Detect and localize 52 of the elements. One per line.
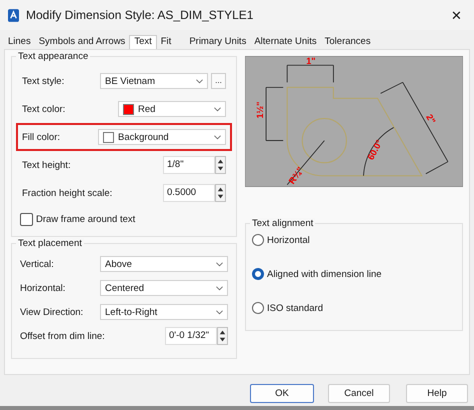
tab[interactable]: Symbols and Arrows [34, 35, 130, 49]
spin-field[interactable]: 0.5000 [163, 184, 215, 202]
radio-button[interactable] [252, 268, 264, 280]
spinner-arrows-icon[interactable] [217, 327, 228, 345]
tab[interactable]: Fit [156, 35, 176, 49]
field-label: View Direction: [20, 306, 84, 318]
radio-label: Horizontal [267, 234, 310, 246]
spinner-arrows-icon[interactable] [215, 184, 226, 202]
spin-field[interactable]: 0'-0 1/32" [165, 327, 217, 345]
checkbox[interactable] [20, 213, 33, 226]
radio-button[interactable] [252, 302, 264, 314]
radio-button[interactable] [252, 234, 264, 246]
field-label: Fill color: [22, 132, 62, 142]
dropdown[interactable]: Above [100, 256, 228, 272]
dialog-button[interactable]: Cancel [328, 384, 390, 403]
close-button[interactable]: ✕ [447, 8, 466, 22]
spinner-arrows-icon[interactable] [215, 156, 226, 174]
dropdown[interactable]: BE Vietnam [100, 73, 208, 89]
spin-field[interactable]: 1/8" [163, 156, 215, 174]
dialog-button[interactable]: OK [250, 384, 314, 403]
browse-button[interactable]: ... [211, 73, 226, 89]
radio-label: ISO standard [267, 302, 323, 314]
radio-label: Aligned with dimension line [267, 268, 382, 280]
field-label: Text style: [22, 76, 66, 86]
dropdown[interactable]: Background [98, 129, 226, 145]
field-label: Text height: [22, 160, 72, 170]
tab[interactable]: Alternate Units [250, 35, 321, 49]
field-label: Offset from dim line: [20, 330, 106, 342]
caret-icon [216, 286, 223, 290]
dialog-button[interactable]: Help [406, 384, 468, 403]
caret-icon [216, 262, 223, 266]
caret-icon [216, 310, 223, 314]
group-title: Text appearance [16, 51, 90, 62]
caret-icon [214, 134, 221, 140]
caret-icon [214, 106, 221, 112]
window-title: Modify Dimension Style: AS_DIM_STYLE1 [26, 8, 254, 22]
field-label: Text color: [22, 104, 66, 114]
dropdown[interactable]: Red [118, 101, 226, 117]
tab[interactable]: Primary Units [185, 35, 250, 49]
checkbox-label: Draw frame around text [36, 214, 136, 225]
group-title: Text alignment [250, 218, 316, 229]
group-title: Text placement [16, 238, 84, 249]
field-label: Fraction height scale: [22, 188, 114, 198]
tab[interactable]: Text [129, 35, 157, 49]
field-label: Vertical: [20, 258, 55, 270]
field-label: Horizontal: [20, 282, 66, 294]
dropdown[interactable]: Centered [100, 280, 228, 296]
caret-icon [196, 78, 203, 84]
tab[interactable]: Tolerances [320, 35, 375, 49]
tab[interactable]: Lines [4, 35, 35, 49]
dropdown[interactable]: Left-to-Right [100, 304, 228, 320]
app-icon [8, 8, 19, 22]
